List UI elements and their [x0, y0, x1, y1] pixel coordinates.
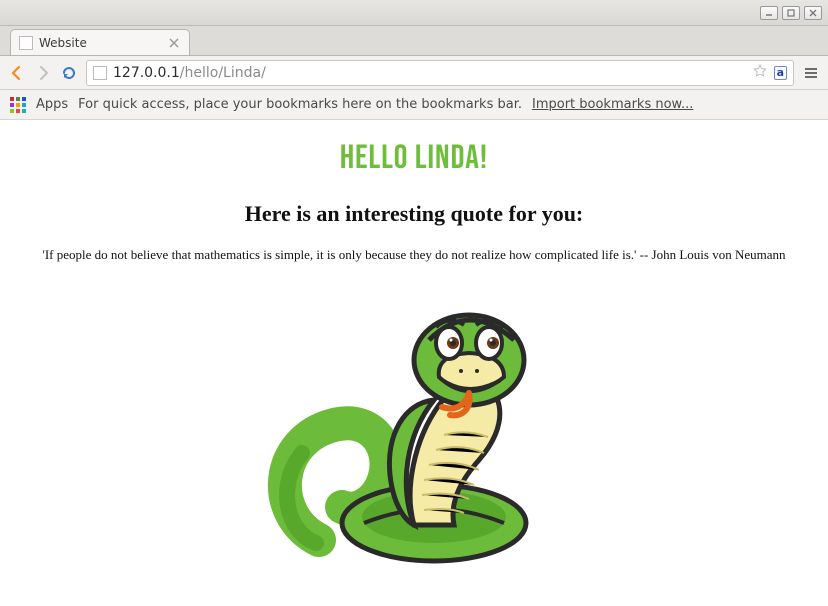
window-close-button[interactable] [804, 6, 822, 20]
chevron-right-icon [35, 65, 51, 81]
forward-button[interactable] [34, 64, 52, 82]
chevron-left-icon [9, 65, 25, 81]
file-icon [93, 66, 107, 80]
hamburger-icon [802, 64, 820, 82]
tab-title: Website [39, 36, 87, 50]
star-icon [752, 63, 768, 79]
page-quote: 'If people do not believe that mathemati… [29, 245, 799, 265]
import-bookmarks-link[interactable]: Import bookmarks now... [532, 97, 693, 112]
address-bar[interactable]: 127.0.0.1/hello/Linda/ a [86, 60, 794, 86]
tab-strip: Website [0, 26, 828, 56]
window-minimize-button[interactable] [760, 6, 778, 20]
window-maximize-button[interactable] [782, 6, 800, 20]
reload-button[interactable] [60, 64, 78, 82]
page-subhead: Here is an interesting quote for you: [20, 201, 808, 227]
bookmarks-hint: For quick access, place your bookmarks h… [78, 97, 522, 112]
window-titlebar [0, 0, 828, 26]
maximize-icon [786, 8, 796, 18]
bookmark-star-button[interactable] [752, 63, 768, 83]
tab-website[interactable]: Website [10, 29, 190, 55]
bookmarks-bar: Apps For quick access, place your bookma… [0, 90, 828, 120]
url-host: 127.0.0.1 [113, 65, 180, 81]
close-icon [169, 38, 179, 48]
browser-toolbar: 127.0.0.1/hello/Linda/ a [0, 56, 828, 90]
minimize-icon [764, 8, 774, 18]
apps-icon [10, 97, 26, 113]
reload-icon [61, 65, 77, 81]
page-content: Hello Linda! Here is an interesting quot… [0, 120, 828, 595]
tab-close-button[interactable] [167, 36, 181, 50]
snake-image [20, 285, 808, 565]
url-path: /hello/Linda/ [180, 65, 266, 81]
close-icon [808, 8, 818, 18]
browser-menu-button[interactable] [802, 64, 820, 82]
apps-button[interactable]: Apps [36, 97, 68, 112]
page-greeting: Hello Linda! [20, 138, 808, 179]
page-viewport: Hello Linda! Here is an interesting quot… [0, 120, 828, 606]
translate-badge[interactable]: a [774, 66, 787, 80]
file-icon [19, 36, 33, 50]
address-url: 127.0.0.1/hello/Linda/ [113, 65, 266, 81]
back-button[interactable] [8, 64, 26, 82]
snake-icon [264, 285, 564, 565]
